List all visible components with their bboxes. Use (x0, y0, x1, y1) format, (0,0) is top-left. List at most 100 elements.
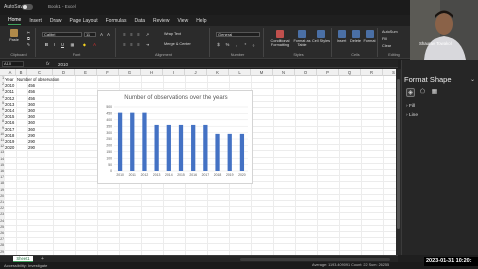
chart-bar[interactable] (130, 112, 135, 171)
cut-icon[interactable]: ✂ (26, 30, 31, 35)
year-cell[interactable]: 2015 (5, 114, 14, 119)
wrap-text-button[interactable]: Wrap Text (164, 32, 181, 36)
align-right-icon[interactable]: ≡ (136, 42, 141, 47)
fx-icon[interactable]: fx (46, 61, 50, 66)
chart-bar[interactable] (215, 133, 220, 171)
chart-bar[interactable] (239, 133, 245, 171)
column-header-p[interactable]: P (317, 69, 339, 76)
tab-home[interactable]: Home (8, 17, 22, 25)
column-header-c[interactable]: C (27, 69, 53, 76)
bold-icon[interactable]: B (44, 42, 49, 47)
observation-cell[interactable]: 456 (28, 96, 35, 101)
copy-icon[interactable]: ⧉ (26, 36, 31, 41)
column-header-h[interactable]: H (141, 69, 163, 76)
chevron-down-icon[interactable]: ⌄ (470, 76, 475, 83)
column-header-f[interactable]: F (97, 69, 119, 76)
font-name-select[interactable]: Calibri (42, 32, 82, 37)
fill-line-icon[interactable]: ◈ (406, 88, 415, 97)
observation-cell[interactable]: 290 (28, 145, 35, 150)
increase-decimal-icon[interactable]: ⁰ (243, 42, 248, 47)
merge-center-button[interactable]: Merge & Center (164, 42, 191, 46)
horizontal-scrollbar[interactable] (240, 258, 390, 261)
chart-bar[interactable] (142, 112, 147, 171)
column-header-d[interactable]: D (53, 69, 75, 76)
format-painter-icon[interactable]: ✎ (26, 42, 31, 47)
format-as-table-button[interactable]: Format as Table (293, 30, 311, 47)
tab-draw[interactable]: Draw (50, 18, 62, 24)
clear-button[interactable]: Clear (382, 44, 391, 48)
column-header-q[interactable]: Q (339, 69, 361, 76)
tab-data[interactable]: Data (134, 18, 145, 24)
year-cell[interactable]: 2014 (5, 108, 14, 113)
decrease-decimal-icon[interactable]: ₀ (251, 42, 256, 47)
column-header-j[interactable]: J (185, 69, 207, 76)
chart-bar[interactable] (227, 133, 232, 171)
chart-bar[interactable] (154, 124, 159, 171)
observation-cell[interactable]: 290 (28, 133, 35, 138)
column-header-n[interactable]: N (273, 69, 295, 76)
year-cell[interactable]: 2016 (5, 120, 14, 125)
observation-cell[interactable]: 360 (28, 102, 35, 107)
observation-cell[interactable]: 456 (28, 89, 35, 94)
borders-icon[interactable]: ▦ (70, 42, 75, 47)
font-size-select[interactable]: 11 (84, 32, 96, 37)
effects-icon[interactable]: ⬠ (418, 88, 427, 97)
tab-insert[interactable]: Insert (29, 18, 42, 24)
fill-button[interactable]: Fill (382, 37, 387, 41)
autosum-button[interactable]: AutoSum (382, 30, 398, 34)
column-header-m[interactable]: M (251, 69, 273, 76)
currency-icon[interactable]: $ (216, 42, 221, 47)
align-center-icon[interactable]: ≡ (129, 42, 134, 47)
autosave-toggle[interactable] (22, 4, 33, 10)
header-observation-cell[interactable]: Number of observation (17, 77, 59, 82)
line-section[interactable]: › Line (406, 113, 418, 118)
vertical-scroll-thumb[interactable] (397, 79, 400, 229)
delete-cells-button[interactable]: Delete (349, 30, 362, 43)
year-cell[interactable]: 2010 (5, 83, 14, 88)
header-year-cell[interactable]: Year (5, 77, 13, 82)
paste-button[interactable]: Paste (6, 29, 22, 42)
conditional-formatting-button[interactable]: Conditional Formatting (268, 30, 292, 47)
number-format-select[interactable]: General (216, 32, 260, 37)
formula-input[interactable]: 2010 (58, 62, 68, 67)
accessibility-status[interactable]: Accessibility: Investigate (4, 263, 47, 268)
format-cells-button[interactable]: Format (363, 30, 376, 43)
chart-bar[interactable] (117, 112, 123, 171)
chart-bar[interactable] (203, 124, 208, 171)
orientation-icon[interactable]: ↗ (145, 32, 150, 37)
chart-bar[interactable] (178, 124, 184, 171)
observation-cell[interactable]: 360 (28, 120, 35, 125)
worksheet-grid[interactable]: ABCDEFGHIJKLMNOPQRS 1 2 3 4 5 6 7 8 9 10 11 12 13 14 1… (0, 69, 396, 255)
column-header-g[interactable]: G (119, 69, 141, 76)
name-box[interactable]: A10 (2, 61, 24, 67)
observation-cell[interactable]: 456 (28, 83, 35, 88)
size-properties-icon[interactable]: ▦ (430, 88, 439, 97)
decrease-font-icon[interactable]: A (106, 32, 111, 37)
column-header-a[interactable]: A (5, 69, 16, 76)
percent-icon[interactable]: % (225, 42, 230, 47)
tab-help[interactable]: Help (196, 18, 206, 24)
column-header-s[interactable]: S (383, 69, 396, 76)
year-cell[interactable]: 2019 (5, 139, 14, 144)
chart-bar[interactable] (166, 124, 171, 171)
year-cell[interactable]: 2018 (5, 133, 14, 138)
underline-icon[interactable]: U (60, 42, 65, 47)
tab-page-layout[interactable]: Page Layout (70, 18, 98, 24)
align-middle-icon[interactable]: ≡ (129, 32, 134, 37)
year-cell[interactable]: 2012 (5, 96, 14, 101)
tab-formulas[interactable]: Formulas (106, 18, 127, 24)
indent-icon[interactable]: ⇥ (145, 42, 150, 47)
align-left-icon[interactable]: ≡ (122, 42, 127, 47)
chart[interactable]: Number of observations over the years 05… (97, 90, 253, 184)
observation-cell[interactable]: 360 (28, 114, 35, 119)
fill-color-icon[interactable]: ◆ (82, 42, 87, 47)
column-header-o[interactable]: O (295, 69, 317, 76)
observation-cell[interactable]: 290 (28, 139, 35, 144)
align-bottom-icon[interactable]: ≡ (136, 32, 141, 37)
insert-cells-button[interactable]: Insert (335, 30, 348, 43)
cell-styles-button[interactable]: Cell Styles (312, 30, 330, 43)
italic-icon[interactable]: I (52, 42, 57, 47)
observation-cell[interactable]: 360 (28, 108, 35, 113)
year-cell[interactable]: 2020 (5, 145, 14, 150)
column-header-k[interactable]: K (207, 69, 229, 76)
